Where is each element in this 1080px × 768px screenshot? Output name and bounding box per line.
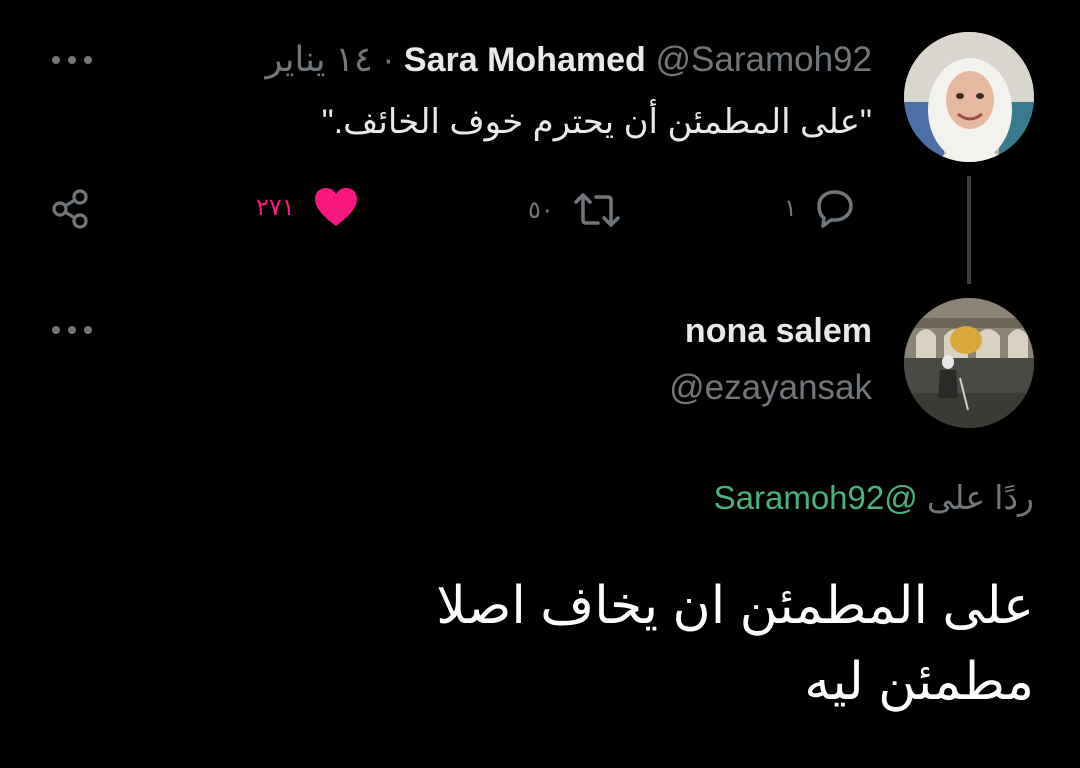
replying-to: ردًا على @Saramoh92 — [714, 478, 1034, 517]
share-button[interactable] — [50, 188, 92, 230]
tweet-text: "على المطمئن أن يحترم خوف الخائف." — [321, 103, 872, 141]
more-options-button[interactable] — [52, 52, 92, 68]
more-dots-icon — [52, 326, 60, 334]
thread-connector-line — [967, 176, 971, 284]
retweet-button[interactable]: ٥٠ — [528, 190, 622, 230]
share-icon — [52, 189, 88, 229]
more-options-button[interactable] — [52, 322, 92, 338]
retweet-icon — [574, 193, 620, 227]
replying-to-label: ردًا على — [926, 479, 1034, 516]
author-handle[interactable]: @Saramoh92 — [656, 40, 872, 79]
like-count: ٢٧١ — [256, 193, 295, 221]
avatar-sara-mohamed[interactable] — [904, 32, 1034, 162]
reply-author-name[interactable]: nona salem — [685, 312, 872, 351]
reply-count: ١ — [784, 194, 797, 222]
retweet-count: ٥٠ — [528, 196, 554, 224]
heart-icon — [314, 188, 357, 226]
header-separator: · — [382, 40, 395, 79]
reply-text-line-2: مطمئن ليه — [804, 653, 1034, 711]
author-name[interactable]: Sara Mohamed — [404, 41, 646, 79]
tweet-date[interactable]: ١٤ يناير — [265, 40, 372, 79]
tweet-header: Sara Mohamed @Saramoh92 · ١٤ يناير — [265, 40, 872, 80]
reply-text: على المطمئن ان يخاف اصلا مطمئن ليه — [334, 568, 1034, 720]
replying-to-mention[interactable]: @Saramoh92 — [714, 479, 918, 516]
reply-author-handle[interactable]: @ezayansak — [669, 368, 872, 408]
avatar-nona-salem[interactable] — [904, 298, 1034, 428]
reply-bubble-icon — [817, 190, 853, 228]
like-button[interactable]: ٢٧١ — [256, 186, 359, 228]
more-dots-icon — [52, 56, 60, 64]
reply-text-line-1: على المطمئن ان يخاف اصلا — [436, 577, 1034, 635]
reply-button[interactable]: ١ — [784, 185, 857, 231]
